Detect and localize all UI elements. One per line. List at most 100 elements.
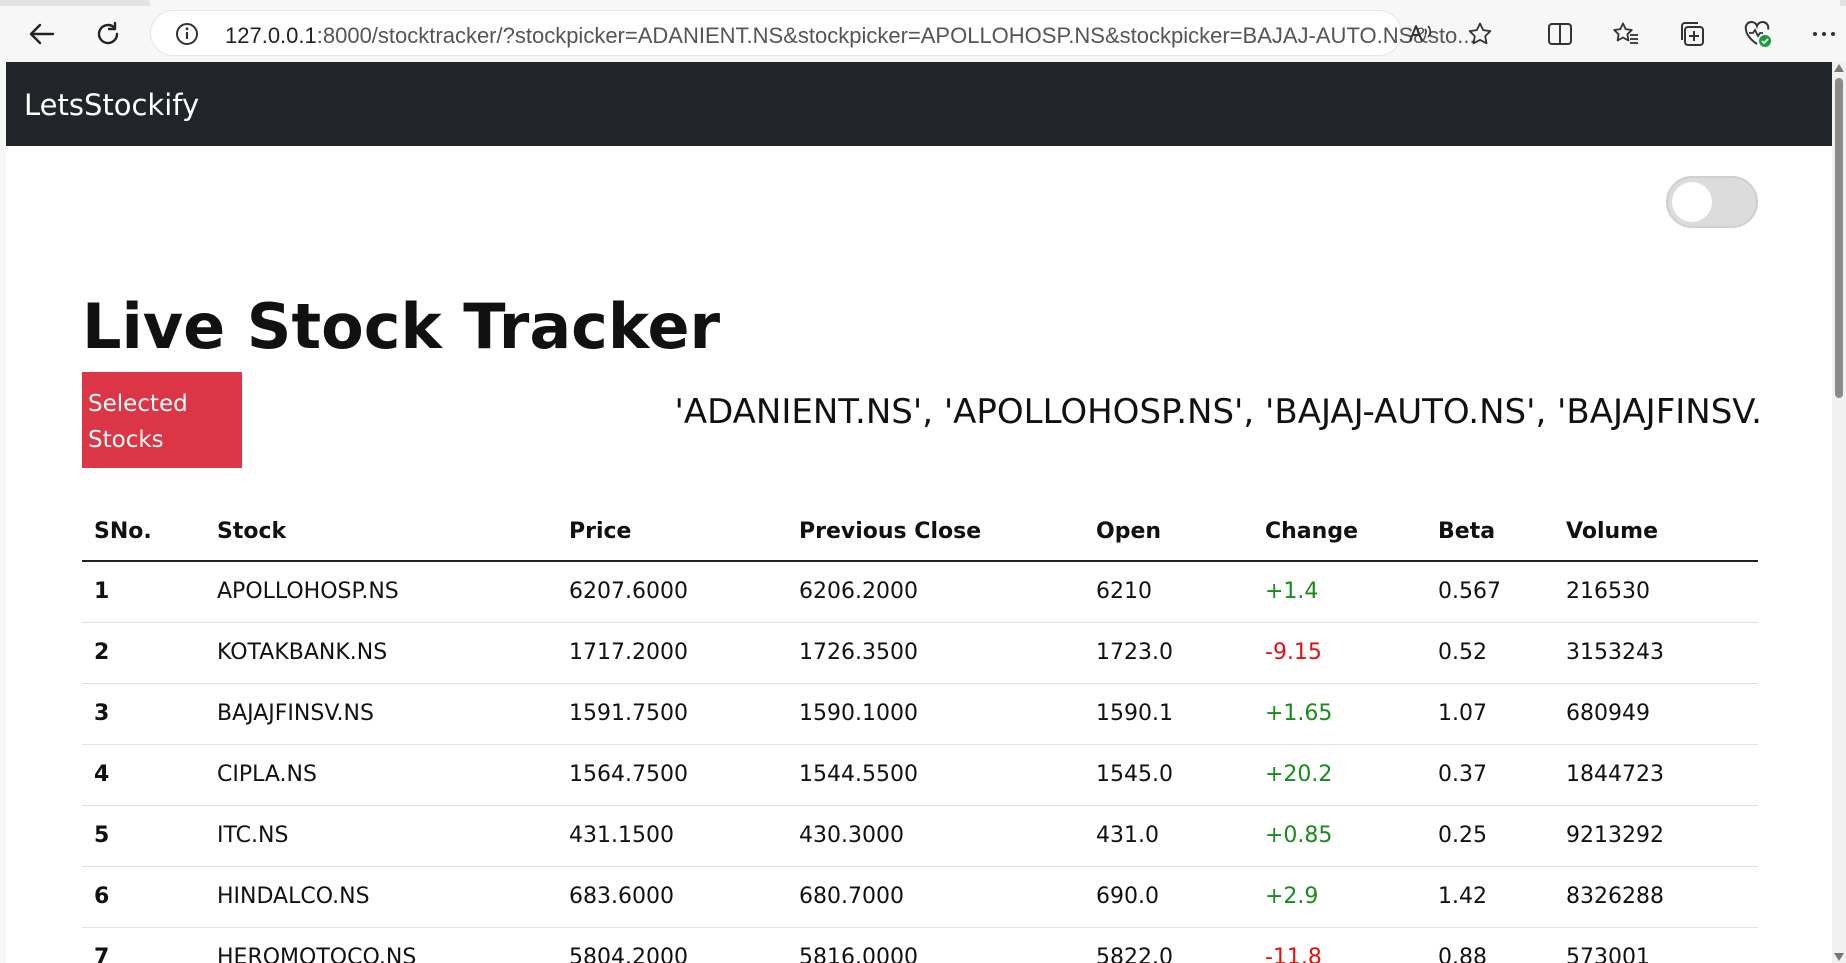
- cell-previous-close: 430.3000: [787, 805, 1084, 867]
- cell-previous-close: 6206.2000: [787, 561, 1084, 623]
- table-row: 2 KOTAKBANK.NS 1717.2000 1726.3500 1723.0 -9.…: [82, 622, 1758, 684]
- cell-volume: 680949: [1554, 683, 1758, 745]
- cell-previous-close: 5816.0000: [787, 927, 1084, 963]
- cell-stock: APOLLOHOSP.NS: [205, 561, 557, 623]
- cell-price: 683.6000: [557, 866, 787, 928]
- scroll-down-arrow-icon[interactable]: [1834, 953, 1844, 961]
- collections-icon[interactable]: [1672, 14, 1712, 54]
- table-row: 6 HINDALCO.NS 683.6000 680.7000 690.0 +2.9 1.4…: [82, 866, 1758, 928]
- cell-previous-close: 1544.5500: [787, 744, 1084, 806]
- header-change: Change: [1253, 502, 1426, 562]
- cell-sno: 3: [82, 683, 205, 745]
- cell-sno: 6: [82, 866, 205, 928]
- table-row: 5 ITC.NS 431.1500 430.3000 431.0 +0.85 0.25 921…: [82, 805, 1758, 867]
- cell-price: 1591.7500: [557, 683, 787, 745]
- url-host: 127.0.0.1: [225, 23, 317, 48]
- cell-price: 1717.2000: [557, 622, 787, 684]
- cell-previous-close: 1590.1000: [787, 683, 1084, 745]
- cell-change: +2.9: [1253, 866, 1426, 928]
- cell-open: 6210: [1084, 561, 1253, 623]
- table-row: 1 APOLLOHOSP.NS 6207.6000 6206.2000 6210 +1.4…: [82, 561, 1758, 623]
- cell-price: 1564.7500: [557, 744, 787, 806]
- cell-change: +20.2: [1253, 744, 1426, 806]
- cell-sno: 1: [82, 561, 205, 623]
- cell-stock: HINDALCO.NS: [205, 866, 557, 928]
- more-options-icon[interactable]: [1804, 14, 1844, 54]
- url-path: :8000/stocktracker/?stockpicker=ADANIENT…: [316, 23, 1476, 48]
- cell-beta: 1.42: [1426, 866, 1554, 928]
- cell-beta: 0.88: [1426, 927, 1554, 963]
- cell-beta: 1.07: [1426, 683, 1554, 745]
- table-header-row: SNo. Stock Price Previous Close Open Cha…: [82, 502, 1758, 562]
- selected-label-line2: Stocks: [88, 427, 164, 453]
- favorite-star-icon[interactable]: [1467, 21, 1493, 52]
- selected-label-line1: Selected: [88, 391, 188, 417]
- cell-price: 431.1500: [557, 805, 787, 867]
- table-row: 3 BAJAJFINSV.NS 1591.7500 1590.1000 1590.1 +1…: [82, 683, 1758, 745]
- page-viewport: LetsStockify Live Stock Tracker Selected…: [6, 62, 1832, 963]
- cell-volume: 573001: [1554, 927, 1758, 963]
- split-screen-icon[interactable]: [1540, 14, 1580, 54]
- header-volume: Volume: [1554, 502, 1758, 562]
- cell-previous-close: 1726.3500: [787, 622, 1084, 684]
- back-icon[interactable]: [22, 14, 62, 54]
- header-previous-close: Previous Close: [787, 502, 1084, 562]
- site-navbar: LetsStockify: [6, 62, 1832, 146]
- header-price: Price: [557, 502, 787, 562]
- cell-change: -9.15: [1253, 622, 1426, 684]
- theme-toggle[interactable]: [1666, 176, 1758, 228]
- cell-open: 431.0: [1084, 805, 1253, 867]
- favorites-icon[interactable]: [1606, 14, 1646, 54]
- header-open: Open: [1084, 502, 1253, 562]
- cell-stock: CIPLA.NS: [205, 744, 557, 806]
- read-aloud-icon[interactable]: [1407, 21, 1433, 52]
- cell-change: -11.8: [1253, 927, 1426, 963]
- cell-sno: 4: [82, 744, 205, 806]
- address-bar[interactable]: 127.0.0.1:8000/stocktracker/?stockpicker…: [150, 10, 1492, 56]
- cell-stock: ITC.NS: [205, 805, 557, 867]
- scroll-up-arrow-icon[interactable]: [1834, 64, 1844, 72]
- scrollbar-thumb[interactable]: [1835, 78, 1843, 398]
- cell-beta: 0.567: [1426, 561, 1554, 623]
- stock-table: SNo. Stock Price Previous Close Open Cha…: [82, 502, 1758, 963]
- cell-change: +1.65: [1253, 683, 1426, 745]
- cell-beta: 0.37: [1426, 744, 1554, 806]
- brand-link[interactable]: LetsStockify: [24, 88, 199, 122]
- cell-volume: 216530: [1554, 561, 1758, 623]
- cell-beta: 0.52: [1426, 622, 1554, 684]
- cell-price: 6207.6000: [557, 561, 787, 623]
- cell-change: +0.85: [1253, 805, 1426, 867]
- cell-sno: 5: [82, 805, 205, 867]
- cell-volume: 8326288: [1554, 866, 1758, 928]
- cell-volume: 1844723: [1554, 744, 1758, 806]
- cell-open: 1545.0: [1084, 744, 1253, 806]
- cell-open: 690.0: [1084, 866, 1253, 928]
- cell-open: 1723.0: [1084, 622, 1253, 684]
- url-text[interactable]: 127.0.0.1:8000/stocktracker/?stockpicker…: [225, 23, 1476, 49]
- toggle-knob: [1672, 182, 1712, 222]
- tab-strip-edge: [0, 0, 1846, 6]
- cell-volume: 9213292: [1554, 805, 1758, 867]
- browser-toolbar: 127.0.0.1:8000/stocktracker/?stockpicker…: [0, 0, 1846, 62]
- refresh-icon[interactable]: [88, 14, 128, 54]
- cell-beta: 0.25: [1426, 805, 1554, 867]
- cell-stock: HEROMOTOCO.NS: [205, 927, 557, 963]
- page-title: Live Stock Tracker: [82, 290, 721, 363]
- header-sno: SNo.: [82, 502, 205, 562]
- cell-sno: 2: [82, 622, 205, 684]
- info-icon[interactable]: [175, 22, 199, 51]
- cell-open: 1590.1: [1084, 683, 1253, 745]
- selected-stocks-button[interactable]: Selected Stocks: [82, 372, 242, 468]
- cell-open: 5822.0: [1084, 927, 1253, 963]
- table-row: 4 CIPLA.NS 1564.7500 1544.5500 1545.0 +20.2 0.…: [82, 744, 1758, 806]
- selected-stocks-list: 'ADANIENT.NS', 'APOLLOHOSP.NS', 'BAJAJ-A…: [674, 392, 1762, 432]
- browser-essentials-icon[interactable]: [1738, 14, 1778, 54]
- header-stock: Stock: [205, 502, 557, 562]
- page-scrollbar[interactable]: [1832, 62, 1846, 963]
- cell-change: +1.4: [1253, 561, 1426, 623]
- cell-volume: 3153243: [1554, 622, 1758, 684]
- cell-stock: KOTAKBANK.NS: [205, 622, 557, 684]
- cell-price: 5804.2000: [557, 927, 787, 963]
- cell-sno: 7: [82, 927, 205, 963]
- header-beta: Beta: [1426, 502, 1554, 562]
